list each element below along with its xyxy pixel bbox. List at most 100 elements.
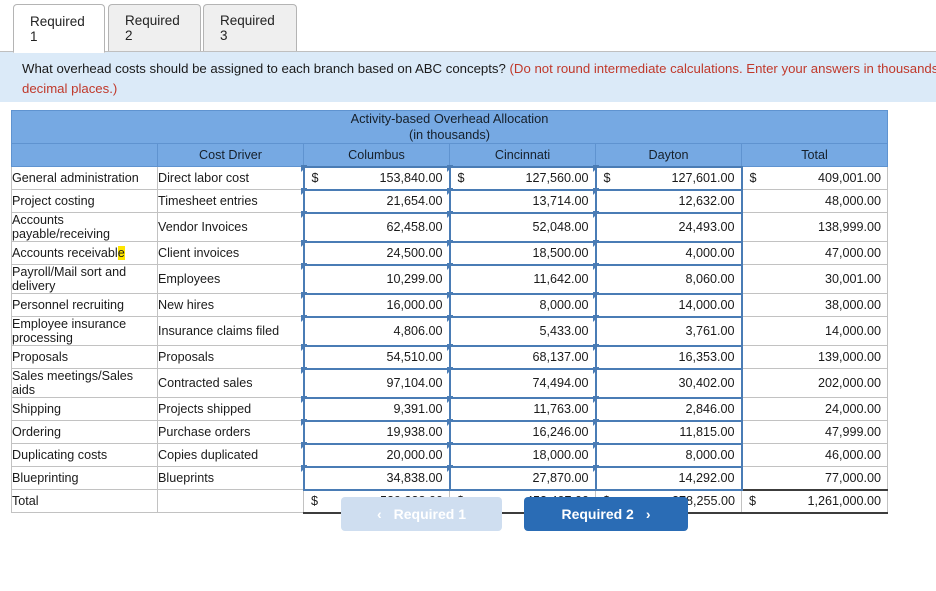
activity-name-cell: Accounts payable/receiving: [11, 212, 158, 242]
columbus-input-cell[interactable]: 10,299.00: [301, 263, 451, 295]
prev-required-1-button[interactable]: ‹ Required 1: [341, 497, 502, 531]
tab-required-2[interactable]: Required 2: [108, 4, 201, 51]
dayton-input-cell[interactable]: 12,632.00: [593, 188, 743, 214]
activity-label: Shipping: [12, 402, 62, 416]
cell-value: 18,500.00: [532, 246, 589, 260]
dayton-input-cell[interactable]: $127,601.00: [593, 165, 743, 191]
next-required-2-button[interactable]: Required 2 ›: [524, 497, 688, 531]
cincinnati-input-cell[interactable]: 74,494.00: [447, 367, 597, 399]
cincinnati-input-cell[interactable]: 11,642.00: [447, 263, 597, 295]
cost-driver-label: Client invoices: [158, 246, 240, 260]
table-row: Duplicating costs Copies duplicated 20,000…: [11, 442, 888, 468]
cost-driver-label: Employees: [158, 272, 221, 286]
cell-value: 38,000.00: [824, 298, 881, 312]
column-header-activity: [11, 143, 158, 167]
table-title-row: Activity-based Overhead Allocation (in t…: [11, 110, 888, 144]
cell-value: 8,000.00: [685, 448, 735, 462]
columbus-input-cell[interactable]: 24,500.00: [301, 240, 451, 266]
table-row: Shipping Projects shipped 9,391.00 11,763.0…: [11, 396, 888, 422]
columbus-input-cell[interactable]: 34,838.00: [301, 465, 451, 491]
activity-name-cell: Ordering: [11, 420, 158, 444]
cincinnati-input-cell[interactable]: 5,433.00: [447, 315, 597, 347]
cell-value: 62,458.00: [386, 220, 443, 234]
tab-required-3[interactable]: Required 3: [203, 4, 297, 51]
cell-value: 11,815.00: [679, 425, 735, 439]
cell-value: 127,601.00: [671, 171, 735, 185]
activity-label: Ordering: [12, 425, 61, 439]
cell-value: 14,000.00: [824, 324, 881, 338]
activity-name-cell: Shipping: [11, 397, 158, 421]
total-value-cell: 38,000.00: [741, 293, 888, 317]
total-value-cell: 46,000.00: [741, 443, 888, 467]
cost-driver-label: Vendor Invoices: [158, 220, 248, 234]
cincinnati-input-cell[interactable]: $127,560.00: [447, 165, 597, 191]
cincinnati-input-cell[interactable]: 8,000.00: [447, 292, 597, 318]
cincinnati-input-cell[interactable]: 18,000.00: [447, 442, 597, 468]
columbus-input-cell[interactable]: 62,458.00: [301, 211, 451, 243]
columbus-input-cell[interactable]: 97,104.00: [301, 367, 451, 399]
cell-value: 30,402.00: [678, 376, 735, 390]
cost-driver-cell: New hires: [157, 293, 304, 317]
cincinnati-input-cell[interactable]: 16,246.00: [447, 419, 597, 445]
cost-driver-label: Insurance claims filed: [158, 324, 280, 338]
cost-driver-label: Timesheet entries: [158, 194, 258, 208]
columbus-input-cell[interactable]: 19,938.00: [301, 419, 451, 445]
activity-label: Employee insurance processing: [12, 317, 127, 345]
currency-symbol: $: [749, 171, 757, 185]
cost-driver-label: Blueprints: [158, 471, 215, 485]
dayton-input-cell[interactable]: 2,846.00: [593, 396, 743, 422]
cost-driver-label: New hires: [158, 298, 214, 312]
columbus-input-cell[interactable]: 4,806.00: [301, 315, 451, 347]
total-value-cell: 77,000.00: [741, 466, 888, 490]
cell-value: 4,000.00: [685, 246, 735, 260]
cell-value: 409,001.00: [817, 171, 881, 185]
cost-driver-label: Contracted sales: [158, 376, 253, 390]
column-header-columbus: Columbus: [303, 143, 450, 167]
cincinnati-input-cell[interactable]: 27,870.00: [447, 465, 597, 491]
cell-value: 19,938.00: [386, 425, 443, 439]
dayton-input-cell[interactable]: 30,402.00: [593, 367, 743, 399]
cell-value: 48,000.00: [824, 194, 881, 208]
cost-driver-cell: Blueprints: [157, 466, 304, 490]
cost-driver-cell: Vendor Invoices: [157, 212, 304, 242]
activity-label: Proposals: [12, 350, 69, 364]
dayton-input-cell[interactable]: 8,060.00: [593, 263, 743, 295]
cincinnati-input-cell[interactable]: 52,048.00: [447, 211, 597, 243]
columbus-input-cell[interactable]: 20,000.00: [301, 442, 451, 468]
dayton-input-cell[interactable]: 3,761.00: [593, 315, 743, 347]
dayton-input-cell[interactable]: 16,353.00: [593, 344, 743, 370]
columbus-input-cell[interactable]: 9,391.00: [301, 396, 451, 422]
table-row: Sales meetings/Sales aids Contracted sale…: [11, 367, 888, 399]
cell-value: 54,510.00: [386, 350, 443, 364]
columbus-input-cell[interactable]: 16,000.00: [301, 292, 451, 318]
columbus-input-cell[interactable]: 54,510.00: [301, 344, 451, 370]
total-value-cell: 14,000.00: [741, 316, 888, 346]
dayton-input-cell[interactable]: 24,493.00: [593, 211, 743, 243]
cell-value: 5,433.00: [539, 324, 589, 338]
cost-driver-cell: Purchase orders: [157, 420, 304, 444]
cell-value: 11,763.00: [533, 402, 589, 416]
dayton-input-cell[interactable]: 4,000.00: [593, 240, 743, 266]
cost-driver-label: Proposals: [158, 350, 215, 364]
cincinnati-input-cell[interactable]: 11,763.00: [447, 396, 597, 422]
cincinnati-input-cell[interactable]: 13,714.00: [447, 188, 597, 214]
allocation-table-container: Activity-based Overhead Allocation (in t…: [11, 110, 888, 514]
text-highlight: e: [117, 246, 125, 260]
page-root: Required 1 Required 2 Required 3 What ov…: [0, 0, 936, 591]
cincinnati-input-cell[interactable]: 18,500.00: [447, 240, 597, 266]
cell-value: 14,000.00: [678, 298, 735, 312]
cell-value: 68,137.00: [532, 350, 589, 364]
tab-label: Required 3: [220, 13, 275, 43]
tab-required-1[interactable]: Required 1: [13, 4, 105, 53]
activity-name-cell: Sales meetings/Sales aids: [11, 368, 158, 398]
cincinnati-input-cell[interactable]: 68,137.00: [447, 344, 597, 370]
columbus-input-cell[interactable]: $153,840.00: [301, 165, 451, 191]
cell-value: 8,060.00: [685, 272, 735, 286]
table-row: Personnel recruiting New hires 16,000.00 8,…: [11, 292, 888, 318]
dayton-input-cell[interactable]: 14,000.00: [593, 292, 743, 318]
dayton-input-cell[interactable]: 14,292.00: [593, 465, 743, 491]
cell-value: 18,000.00: [532, 448, 589, 462]
dayton-input-cell[interactable]: 11,815.00: [593, 419, 743, 445]
columbus-input-cell[interactable]: 21,654.00: [301, 188, 451, 214]
dayton-input-cell[interactable]: 8,000.00: [593, 442, 743, 468]
